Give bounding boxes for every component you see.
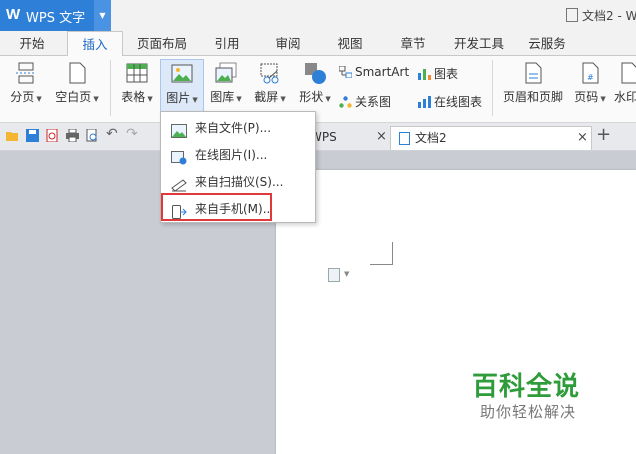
undo-icon[interactable]: ↶ <box>106 126 119 142</box>
tab-review[interactable]: 审阅 <box>266 31 310 55</box>
close-icon[interactable]: × <box>577 127 588 149</box>
header-footer-button[interactable]: 页眉和页脚 <box>500 62 566 105</box>
svg-text:#: # <box>587 73 594 82</box>
tab-home[interactable]: 开始 <box>8 31 56 55</box>
bar-chart-icon <box>418 68 431 80</box>
page-break-button[interactable]: 分页 ▼ <box>6 62 46 105</box>
new-tab-button[interactable]: + <box>596 124 611 147</box>
app-title: WPS 文字 <box>26 11 86 26</box>
menu-item-online-picture[interactable]: 在线图片(I)... <box>161 142 315 168</box>
smartart-icon <box>338 65 353 79</box>
tab-references[interactable]: 引用 <box>205 31 249 55</box>
workspace-top-margin <box>276 151 636 170</box>
tab-cloud[interactable]: 云服务 <box>520 31 574 55</box>
online-picture-icon <box>171 148 187 165</box>
tab-developer[interactable]: 开发工具 <box>448 31 510 55</box>
tab-chapter[interactable]: 章节 <box>391 31 435 55</box>
online-chart-button[interactable]: 在线图表 <box>418 93 482 110</box>
gallery-icon <box>215 62 237 84</box>
highlight-box <box>161 193 272 221</box>
open-folder-icon[interactable] <box>6 129 19 142</box>
blank-page-button[interactable]: 空白页 ▼ <box>52 62 102 105</box>
menu-item-from-scanner[interactable]: 来自扫描仪(S)... <box>161 169 315 195</box>
tab-view[interactable]: 视图 <box>328 31 372 55</box>
watermark-button[interactable]: 水印 <box>614 62 636 105</box>
chart-button[interactable]: 图表 <box>418 65 458 82</box>
relation-icon <box>339 96 352 108</box>
save-icon[interactable] <box>26 129 39 142</box>
table-icon <box>126 62 148 84</box>
scanner-icon <box>171 175 187 192</box>
page-number-button[interactable]: # 页码 ▼ <box>570 62 610 105</box>
print-icon[interactable] <box>66 128 79 143</box>
watermark-slogan: 助你轻松解决 <box>480 403 577 421</box>
screenshot-button[interactable]: 截屏 ▼ <box>250 62 290 105</box>
gallery-button[interactable]: 图库 ▼ <box>206 62 246 105</box>
chevron-down-icon[interactable]: ▼ <box>94 0 111 31</box>
online-chart-icon <box>418 96 431 108</box>
table-button[interactable]: 表格 ▼ <box>117 62 157 105</box>
ribbon: 分页 ▼ 空白页 ▼ 表格 ▼ 图片 ▼ 图库 ▼ 截屏 ▼ 形状 ▼ Smar… <box>0 56 636 123</box>
watermark-brand: 百科全说 <box>472 372 581 402</box>
tab-page-layout[interactable]: 页面布局 <box>132 31 192 55</box>
menu-bar: 开始 插入 页面布局 引用 审阅 视图 章节 开发工具 云服务 <box>0 31 636 57</box>
document-tabs: 我的WPS × 文档2 × + <box>276 123 636 150</box>
header-footer-icon <box>522 62 544 84</box>
app-menu-button[interactable]: W WPS 文字 ▼ <box>0 0 111 31</box>
page-break-icon <box>15 62 37 84</box>
scissors-icon <box>259 62 281 84</box>
export-pdf-icon[interactable] <box>46 128 59 143</box>
picture-icon <box>171 121 187 138</box>
shapes-button[interactable]: 形状 ▼ <box>295 62 335 105</box>
blank-page-icon <box>66 62 88 84</box>
document-icon <box>566 8 578 22</box>
paste-options-icon[interactable] <box>328 268 340 282</box>
picture-icon <box>171 63 193 85</box>
document-icon <box>399 132 410 145</box>
close-icon[interactable]: × <box>376 126 387 148</box>
print-preview-icon[interactable] <box>86 128 99 142</box>
wps-logo: W <box>6 6 21 23</box>
tab-document-2[interactable]: 文档2 × <box>390 126 592 150</box>
tab-insert[interactable]: 插入 <box>67 31 123 57</box>
document-page[interactable]: ▼ <box>276 170 636 454</box>
chevron-down-icon[interactable]: ▼ <box>344 270 349 278</box>
picture-button[interactable]: 图片 ▼ <box>160 59 204 115</box>
relation-chart-button[interactable]: 关系图 <box>339 93 391 110</box>
shapes-icon <box>304 62 326 84</box>
window-title: 文档2 - W <box>566 7 636 24</box>
redo-icon[interactable]: ↷ <box>126 126 139 142</box>
menu-item-from-file[interactable]: 来自文件(P)... <box>161 115 315 141</box>
page-number-icon: # <box>579 62 601 84</box>
margin-corner-mark <box>370 242 393 265</box>
watermark-icon <box>618 62 636 84</box>
smartart-button[interactable]: SmartArt <box>338 65 409 79</box>
